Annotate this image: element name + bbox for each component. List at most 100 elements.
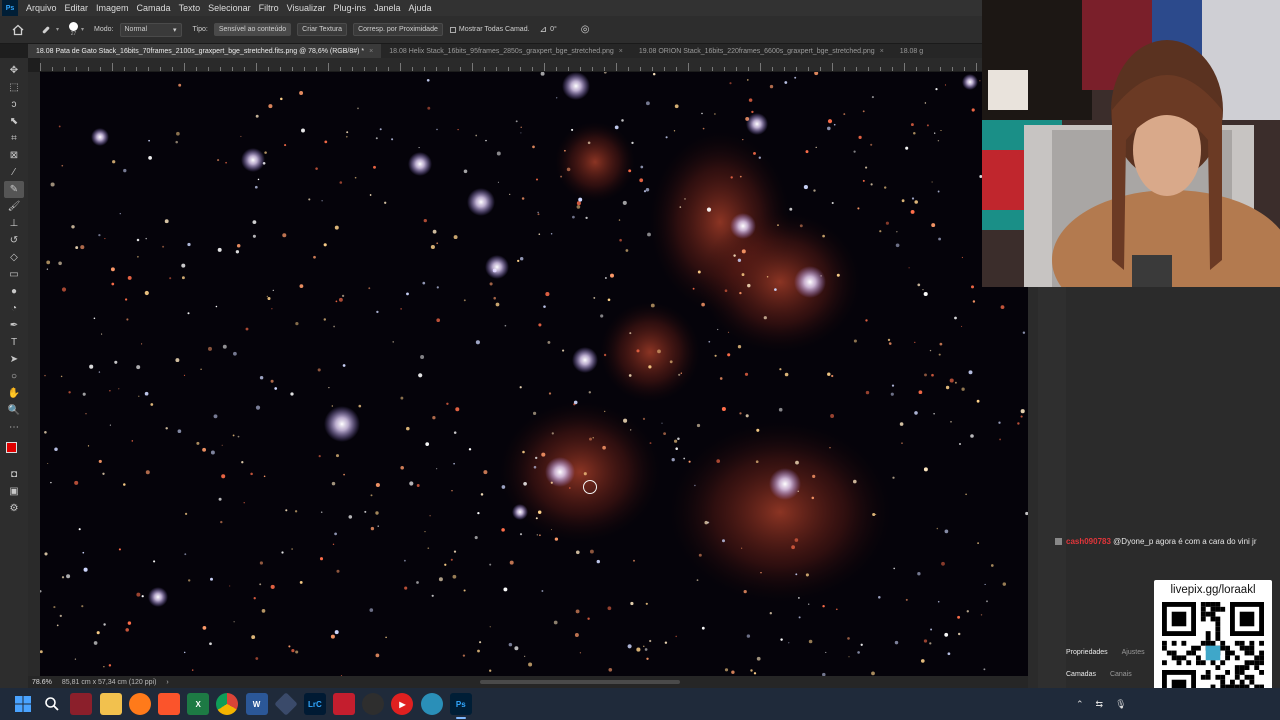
brush-tool-icon[interactable]: 🖌: [4, 198, 24, 215]
horizontal-scrollbar[interactable]: [480, 680, 680, 684]
menu-ajuda[interactable]: Ajuda: [405, 3, 436, 13]
star: [376, 310, 379, 314]
document-canvas[interactable]: [40, 72, 1028, 676]
sample-all-layers-checkbox[interactable]: Mostrar Todas Camad.: [449, 26, 530, 33]
proximity-match-button[interactable]: Corresp. por Proximidade: [353, 23, 443, 36]
hand-tool-icon[interactable]: ✋: [4, 385, 24, 402]
star: [165, 427, 168, 430]
tab-orion[interactable]: 19.08 ORION Stack_16bits_220frames_6600s…: [631, 44, 892, 58]
globe-app-icon[interactable]: [420, 693, 443, 715]
crop-tool-icon[interactable]: ⌗: [4, 130, 24, 147]
star: [914, 411, 918, 415]
generative-icon[interactable]: ⚙: [4, 500, 24, 517]
shape-tool-icon[interactable]: ○: [4, 368, 24, 385]
brush-preset-picker[interactable]: 27: [69, 22, 79, 37]
microphone-icon[interactable]: 🎙: [1115, 699, 1126, 710]
star: [357, 107, 359, 110]
app-diamond-icon[interactable]: [274, 692, 298, 716]
ruler-tick: [64, 67, 65, 71]
chevron-up-icon[interactable]: ⌃: [1076, 699, 1084, 710]
content-aware-button[interactable]: Sensível ao conteúdo: [213, 23, 292, 36]
close-icon[interactable]: ×: [880, 48, 884, 55]
blur-tool-icon[interactable]: ●: [4, 283, 24, 300]
star: [675, 635, 677, 638]
healing-brush-icon[interactable]: [36, 21, 56, 38]
path-selection-tool-icon[interactable]: ➤: [4, 351, 24, 368]
menu-texto[interactable]: Texto: [175, 3, 205, 13]
menu-janela[interactable]: Janela: [370, 3, 405, 13]
tab-pata-de-gato[interactable]: 18.08 Pata de Gato Stack_16bits_70frames…: [28, 44, 382, 58]
frame-tool-icon[interactable]: ⊠: [4, 147, 24, 164]
star: [702, 127, 705, 130]
youtube-icon[interactable]: ▶: [391, 693, 414, 715]
chevron-right-icon[interactable]: ›: [166, 679, 168, 686]
file-explorer-icon[interactable]: [99, 693, 122, 715]
firefox-icon[interactable]: [128, 693, 151, 715]
type-tool-icon[interactable]: T: [4, 334, 24, 351]
star: [983, 668, 986, 671]
move-tool-icon[interactable]: ✥: [4, 62, 24, 79]
tab-adjustments[interactable]: Ajustes: [1122, 649, 1145, 656]
screen-mode-icon[interactable]: ▣: [4, 483, 24, 500]
dodge-tool-icon[interactable]: ◔: [4, 300, 24, 317]
task-app-icon[interactable]: [70, 693, 93, 715]
more-tools-icon[interactable]: ⋯: [4, 419, 24, 436]
eyedropper-tool-icon[interactable]: ⁄: [4, 164, 24, 181]
marquee-tool-icon[interactable]: ⬚: [4, 79, 24, 96]
pressure-icon[interactable]: ◎: [581, 24, 590, 35]
zoom-tool-icon[interactable]: 🔍: [4, 402, 24, 419]
network-icon[interactable]: ⇆: [1096, 699, 1104, 710]
video-app-icon[interactable]: [333, 693, 356, 715]
chevron-down-icon[interactable]: ▾: [81, 26, 84, 33]
star: [299, 580, 303, 584]
search-icon[interactable]: [41, 693, 63, 715]
history-brush-tool-icon[interactable]: ↺: [4, 232, 24, 249]
menu-plugins[interactable]: Plug-ins: [329, 3, 370, 13]
excel-icon[interactable]: X: [187, 693, 210, 715]
ruler-tick: [508, 67, 509, 71]
tab-channels[interactable]: Canais: [1110, 671, 1132, 678]
star: [450, 558, 453, 561]
menu-arquivo[interactable]: Arquivo: [22, 3, 61, 13]
tab-layers[interactable]: Camadas: [1066, 671, 1096, 678]
chevron-down-icon[interactable]: ▾: [56, 26, 59, 33]
eraser-tool-icon[interactable]: ◇: [4, 249, 24, 266]
lightroom-icon[interactable]: LrC: [303, 693, 326, 715]
close-icon[interactable]: ×: [619, 48, 623, 55]
taskbar: X W LrC ▶ Ps ⌃ ⇆ 🎙: [0, 688, 1280, 720]
tab-properties[interactable]: Propriedades: [1066, 649, 1108, 656]
menu-selecionar[interactable]: Selecionar: [204, 3, 255, 13]
start-icon[interactable]: [12, 693, 34, 715]
zoom-level[interactable]: 78.6%: [32, 679, 52, 686]
photoshop-icon[interactable]: Ps: [449, 693, 472, 719]
gradient-tool-icon[interactable]: ▭: [4, 266, 24, 283]
angle-value[interactable]: 0°: [550, 26, 557, 33]
star: [784, 372, 789, 377]
tab-extra[interactable]: 18.08 g: [892, 44, 931, 58]
star: [756, 428, 760, 432]
quick-select-tool-icon[interactable]: ⬉: [4, 113, 24, 130]
lasso-tool-icon[interactable]: ↄ: [4, 96, 24, 113]
tab-helix[interactable]: 18.08 Helix Stack_16bits_95frames_2850s_…: [381, 44, 631, 58]
word-icon[interactable]: W: [245, 693, 268, 715]
pen-tool-icon[interactable]: ✒: [4, 317, 24, 334]
star: [451, 489, 453, 492]
menu-visualizar[interactable]: Visualizar: [283, 3, 330, 13]
brave-icon[interactable]: [157, 693, 180, 715]
clone-stamp-tool-icon[interactable]: ⊥: [4, 215, 24, 232]
obs-icon[interactable]: [362, 693, 385, 715]
menu-editar[interactable]: Editar: [61, 3, 93, 13]
menu-imagem[interactable]: Imagem: [92, 3, 133, 13]
healing-brush-tool-icon[interactable]: ✎: [4, 181, 24, 198]
home-icon[interactable]: [8, 21, 28, 38]
close-icon[interactable]: ×: [369, 48, 373, 55]
foreground-color-swatch[interactable]: [6, 442, 17, 453]
star: [1002, 582, 1007, 586]
mode-dropdown[interactable]: Normal ▾: [119, 22, 182, 37]
quick-mask-icon[interactable]: ◘: [4, 466, 24, 483]
menu-filtro[interactable]: Filtro: [255, 3, 283, 13]
ruler-tick: [940, 67, 941, 71]
chrome-icon[interactable]: [216, 693, 239, 715]
menu-camada[interactable]: Camada: [133, 3, 175, 13]
create-texture-button[interactable]: Criar Textura: [297, 23, 348, 36]
